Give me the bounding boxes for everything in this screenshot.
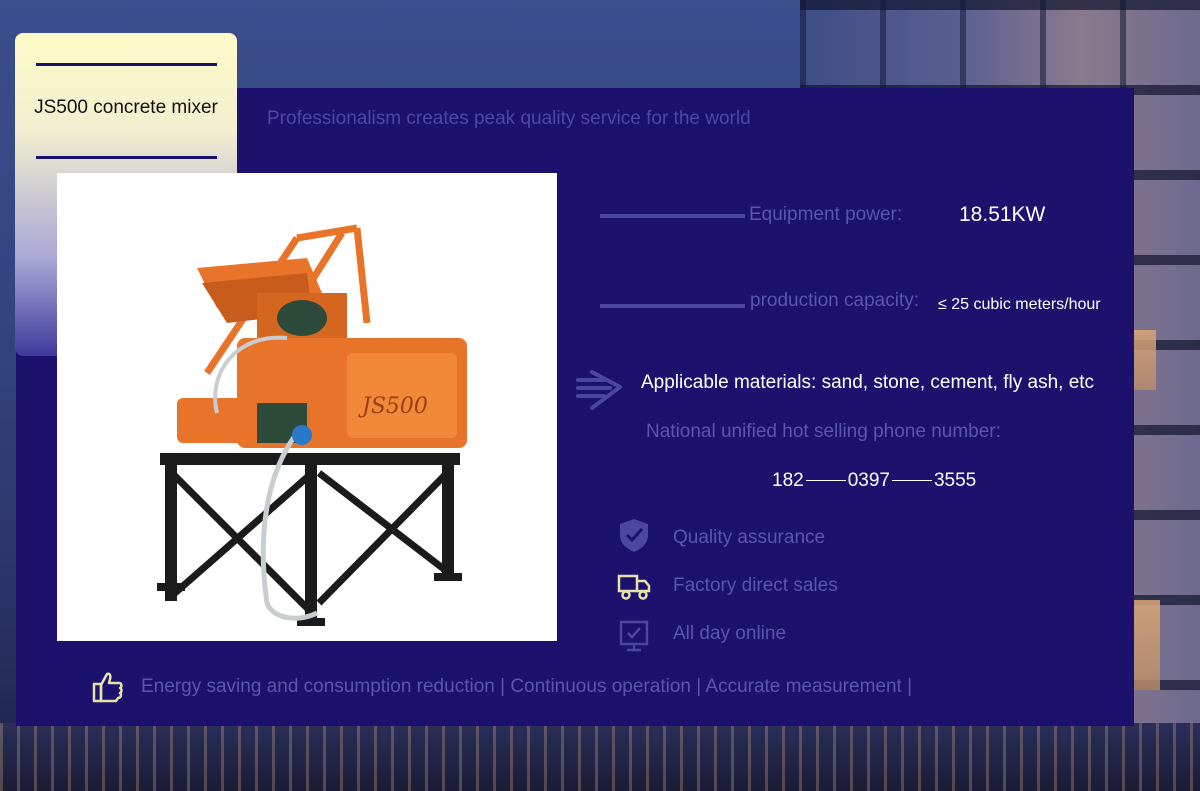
power-value: 18.51KW: [959, 203, 1046, 226]
power-divider: [600, 214, 745, 218]
capacity-value: ≤ 25 cubic meters/hour: [938, 296, 1101, 313]
feature-all-day-online: All day online: [673, 623, 787, 644]
background-city: [0, 723, 1200, 791]
tagline: Professionalism creates peak quality ser…: [267, 108, 751, 129]
arrow-forward-icon: [576, 370, 622, 410]
page-title: JS500 concrete mixer: [34, 97, 218, 118]
phone-number: 182 0397 3555: [772, 470, 976, 492]
mixer-label: JS500: [358, 394, 428, 419]
capacity-label: production capacity:: [750, 290, 919, 311]
feature-factory-direct-sales: Factory direct sales: [673, 575, 838, 596]
capacity-divider: [600, 304, 745, 308]
truck-icon: [617, 574, 651, 600]
feature-summary: Energy saving and consumption reduction …: [141, 676, 913, 697]
shield-check-icon: [620, 519, 648, 552]
phone-part-3: 3555: [933, 470, 977, 491]
concrete-mixer-illustration: JS500: [157, 224, 467, 626]
power-label: Equipment power:: [749, 204, 903, 225]
monitor-check-icon: [619, 620, 649, 652]
title-divider-top: [36, 63, 217, 66]
thumbs-up-icon: [92, 672, 123, 703]
phone-part-2: 0397: [847, 470, 890, 491]
product-image: JS500: [57, 173, 557, 641]
feature-quality-assurance: Quality assurance: [673, 527, 826, 548]
applicable-materials: Applicable materials: sand, stone, cemen…: [641, 372, 1095, 393]
title-divider-bottom: [36, 156, 217, 159]
phone-part-1: 182: [772, 470, 804, 491]
phone-label: National unified hot selling phone numbe…: [646, 421, 1001, 442]
